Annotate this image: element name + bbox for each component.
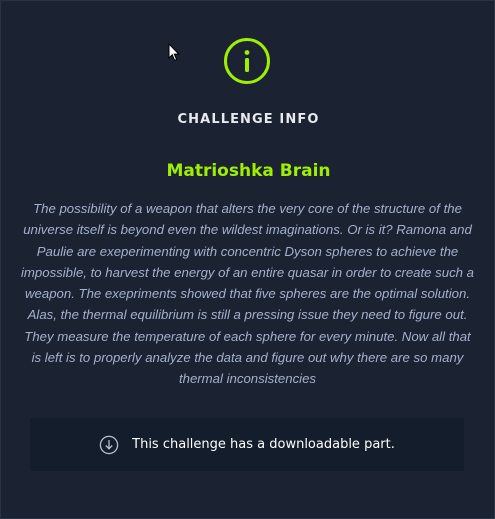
mouse-cursor-icon — [168, 43, 180, 62]
download-part-button[interactable]: This challenge has a downloadable part. — [30, 418, 464, 471]
challenge-name: Matrioshka Brain — [166, 161, 331, 181]
modal-heading: CHALLENGE INFO — [177, 112, 320, 127]
download-text: This challenge has a downloadable part. — [132, 437, 395, 452]
challenge-description: The possibility of a weapon that alters … — [20, 201, 475, 387]
download-icon — [99, 435, 119, 455]
info-icon — [223, 37, 271, 85]
challenge-info-modal: CHALLENGE INFO Matrioshka Brain The poss… — [0, 0, 495, 519]
